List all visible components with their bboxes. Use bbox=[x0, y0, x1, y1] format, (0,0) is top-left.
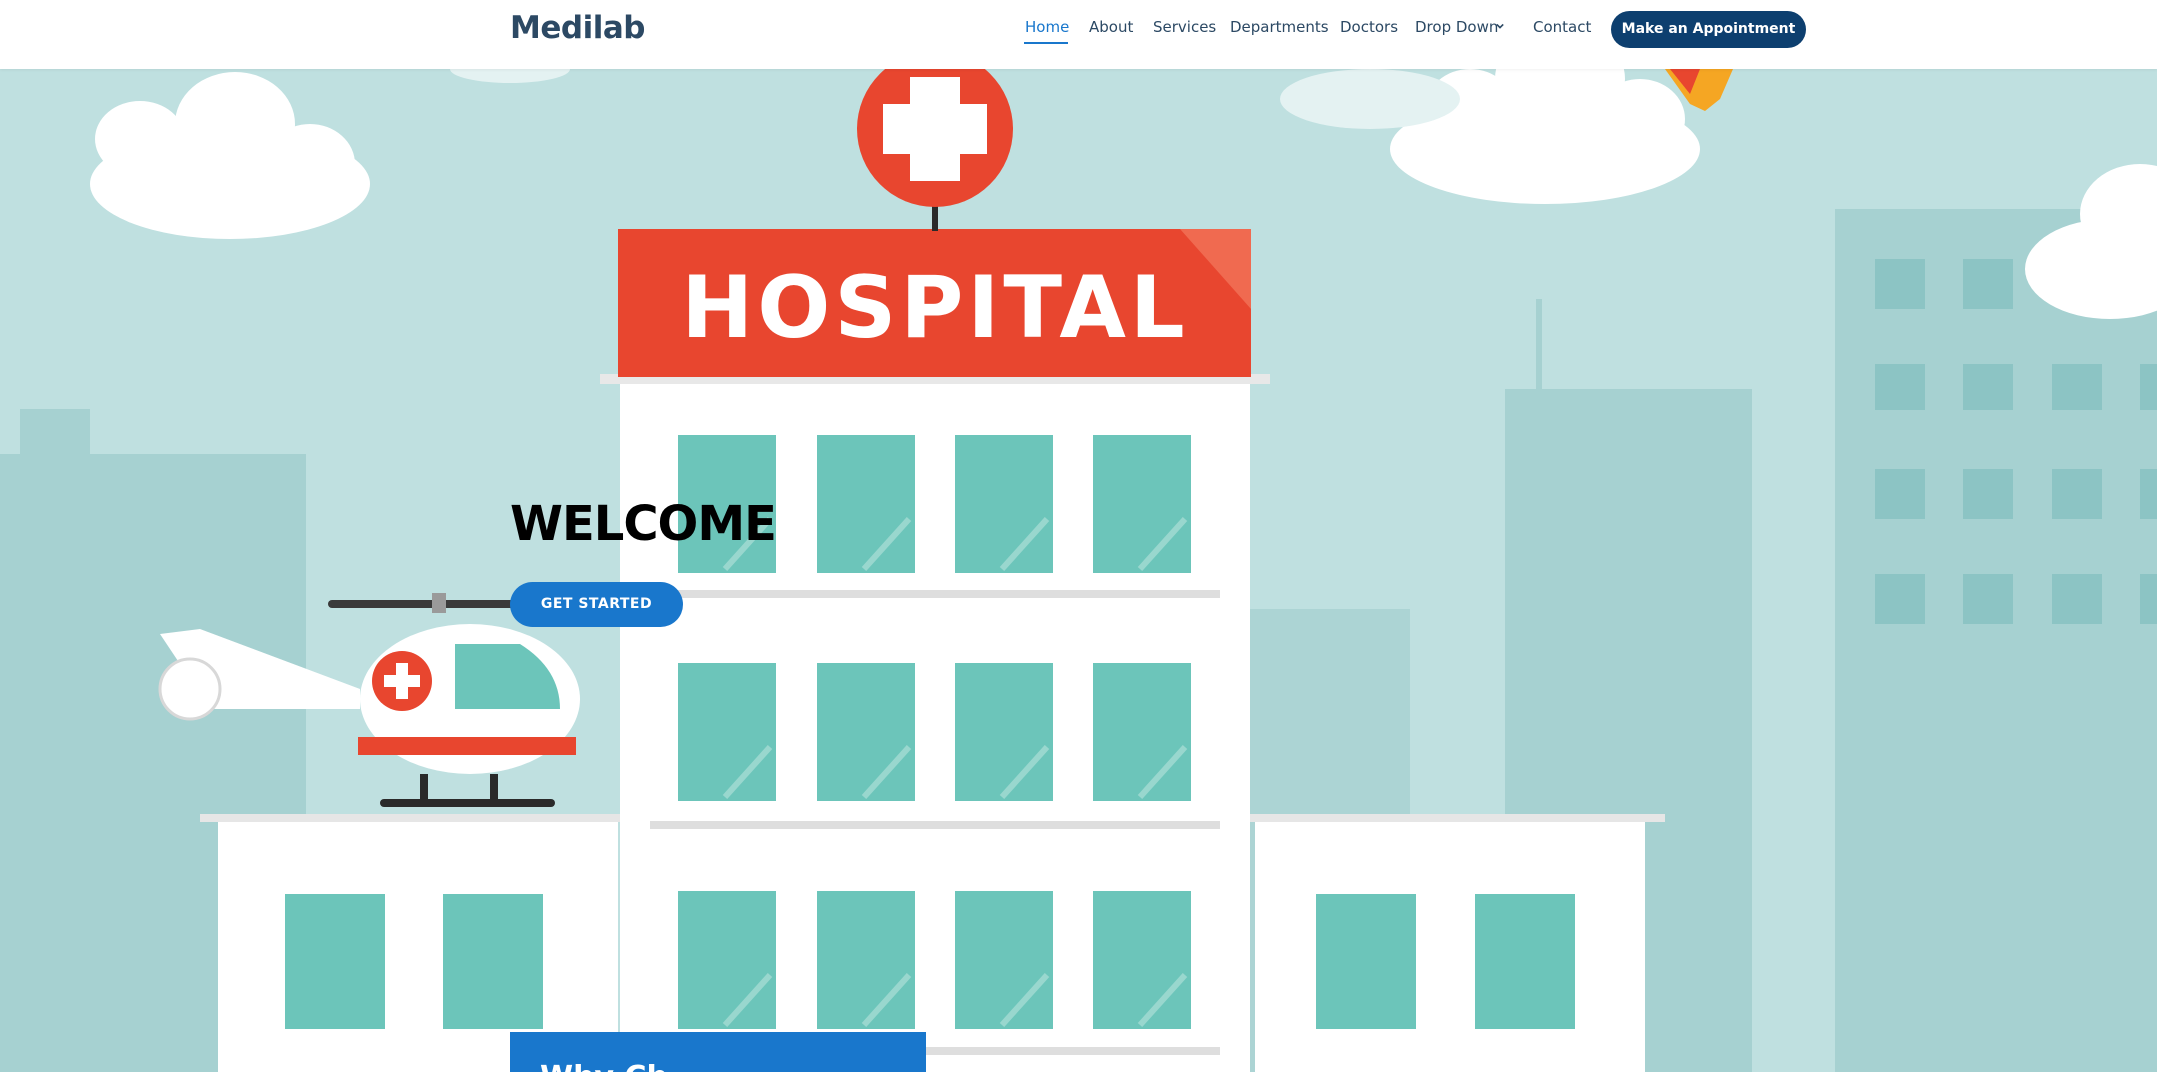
bg-tower-far-right bbox=[1835, 209, 2157, 1072]
why-choose-title: Why Ch bbox=[540, 1060, 668, 1072]
nav-dropdown[interactable]: Drop Down bbox=[1415, 16, 1498, 38]
hero-section: HOSPITAL WELCOME GET STARTED bbox=[0, 69, 2157, 1072]
logo[interactable]: Medilab bbox=[510, 8, 645, 48]
nav-contact[interactable]: Contact bbox=[1533, 16, 1591, 38]
hospital-building-icon: HOSPITAL bbox=[600, 199, 1270, 1072]
hospital-sign-text: HOSPITAL bbox=[681, 258, 1188, 358]
why-choose-box: Why Ch bbox=[510, 1032, 926, 1072]
chevron-down-icon[interactable] bbox=[1496, 22, 1504, 30]
site-header: Medilab Home About Services Departments … bbox=[0, 0, 2157, 69]
hospital-illustration: HOSPITAL bbox=[0, 69, 2157, 1072]
nav-active-indicator bbox=[1024, 42, 1068, 44]
nav-departments[interactable]: Departments bbox=[1230, 16, 1329, 38]
nav-doctors[interactable]: Doctors bbox=[1340, 16, 1398, 38]
nav-home[interactable]: Home bbox=[1025, 16, 1069, 38]
get-started-button[interactable]: GET STARTED bbox=[510, 582, 683, 627]
hero-heading: WELCOME bbox=[510, 496, 777, 552]
nav-about[interactable]: About bbox=[1089, 16, 1133, 38]
nav-services[interactable]: Services bbox=[1153, 16, 1216, 38]
make-appointment-button[interactable]: Make an Appointment bbox=[1611, 11, 1806, 48]
